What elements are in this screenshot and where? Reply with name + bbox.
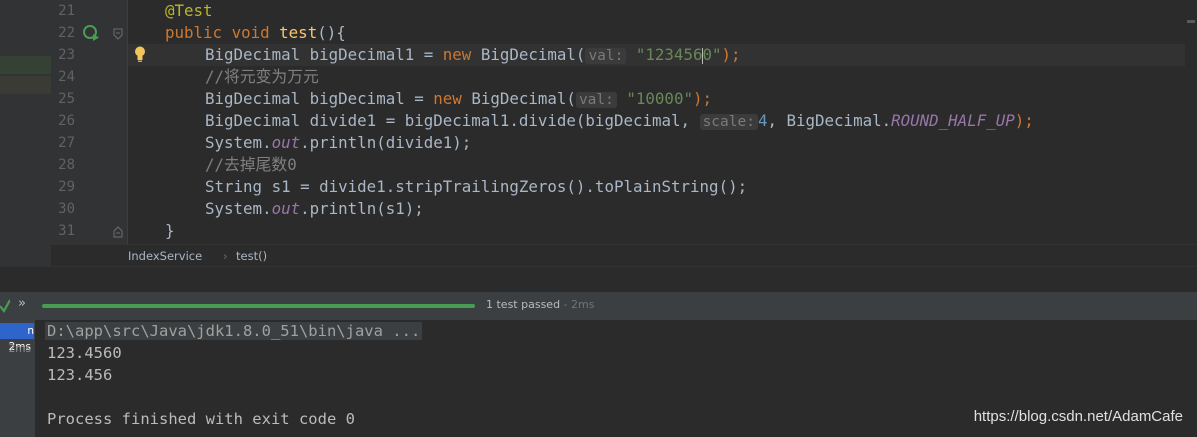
- code-text: (){: [317, 23, 346, 42]
- code-text: );: [692, 89, 712, 108]
- line-number: 28: [58, 157, 75, 173]
- watermark: https://blog.csdn.net/AdamCafe: [973, 408, 1183, 425]
- breadcrumb: IndexService › test(): [0, 244, 1197, 267]
- code-editor[interactable]: 21 22 23 24 25 26 27 28 29 30 31 @Test p…: [0, 0, 1197, 244]
- run-test-icon[interactable]: [82, 24, 100, 42]
- line-number: 21: [58, 3, 75, 19]
- panel-splitter[interactable]: [0, 266, 1197, 292]
- line-number: 22: [58, 25, 75, 41]
- breadcrumb-strip: [0, 245, 51, 267]
- test-status-label: 1 test passed: [486, 298, 561, 311]
- code-line-28[interactable]: //去掉尾数0: [205, 154, 297, 176]
- code-line-31[interactable]: }: [165, 220, 175, 242]
- method-name: test: [279, 23, 318, 42]
- more-actions-button[interactable]: »: [18, 296, 26, 311]
- line-number: 26: [58, 113, 75, 129]
- strip-highlight-green: [0, 56, 51, 74]
- param-hint: val:: [585, 48, 627, 64]
- line-number: 24: [58, 69, 75, 85]
- static-field: out: [271, 133, 301, 152]
- keyword: new: [442, 45, 472, 64]
- run-toolbar: » 1 test passed - 2ms: [0, 291, 1197, 320]
- test-tree[interactable]: n 2ms 2ms: [0, 320, 36, 437]
- line-number: 29: [58, 179, 75, 195]
- code-line-29[interactable]: String s1 = divide1.stripTrailingZeros()…: [205, 176, 747, 198]
- string-literal: 0": [702, 45, 722, 64]
- string-literal: "123456: [635, 45, 703, 64]
- code-line-21[interactable]: @Test: [165, 0, 213, 22]
- string-literal: "10000": [626, 89, 693, 108]
- test-status: 1 test passed - 2ms: [486, 298, 594, 311]
- test-duration: 2ms: [571, 298, 595, 311]
- bulb-icon[interactable]: [133, 45, 147, 63]
- code-text: String s1 = divide1.stripTrailingZeros()…: [205, 177, 748, 196]
- run-check-icon[interactable]: [0, 297, 10, 315]
- console-output-line: 123.4560: [47, 344, 122, 362]
- code-text: , BigDecimal.: [767, 111, 892, 130]
- code-text: BigDecimal divide1 = bigDecimal1.divide(…: [205, 111, 700, 130]
- code-line-27[interactable]: System.out.println(divide1);: [205, 132, 471, 154]
- test-progress-bar: [42, 304, 475, 308]
- code-text: BigDecimal(: [471, 45, 586, 64]
- code-text: BigDecimal(: [461, 89, 576, 108]
- comment: //将元变为万元: [205, 67, 319, 86]
- gutter-separator: [127, 0, 128, 244]
- static-field: ROUND_HALF_UP: [891, 111, 1015, 130]
- code-line-26[interactable]: BigDecimal divide1 = bigDecimal1.divide(…: [205, 110, 1034, 132]
- annotation: @Test: [165, 1, 213, 20]
- code-text: System.: [205, 199, 272, 218]
- test-tree-row-selected[interactable]: n 2ms: [0, 323, 34, 353]
- code-line-23[interactable]: BigDecimal bigDecimal1 = new BigDecimal(…: [205, 44, 741, 66]
- param-hint: val:: [575, 92, 617, 108]
- strip-highlight-brown: [0, 76, 51, 94]
- scroll-marker: [1187, 20, 1195, 23]
- line-number: 27: [58, 135, 75, 151]
- keyword: void: [231, 23, 270, 42]
- code-line-25[interactable]: BigDecimal bigDecimal = new BigDecimal(v…: [205, 88, 712, 110]
- breadcrumb-item-method[interactable]: test(): [236, 249, 267, 263]
- param-hint: scale:: [699, 114, 758, 130]
- keyword: public: [165, 23, 223, 42]
- console-command[interactable]: D:\app\src\Java\jdk1.8.0_51\bin\java ...: [45, 322, 423, 340]
- test-tree-duration[interactable]: 2ms: [9, 343, 31, 355]
- fold-icon[interactable]: [113, 226, 123, 238]
- code-text: );: [1014, 111, 1034, 130]
- breadcrumb-separator: ›: [223, 249, 228, 263]
- code-text: System.: [205, 133, 272, 152]
- code-text: }: [165, 221, 175, 240]
- code-text: BigDecimal bigDecimal =: [205, 89, 434, 108]
- code-text: .println(s1);: [300, 199, 424, 218]
- editor-scrollbar[interactable]: [1185, 0, 1197, 244]
- keyword: new: [433, 89, 462, 108]
- comment: //去掉尾数0: [205, 155, 297, 174]
- test-status-dash: -: [560, 298, 572, 311]
- code-text: BigDecimal bigDecimal1 =: [205, 45, 443, 64]
- line-number: 31: [58, 223, 75, 239]
- console-exit-line: Process finished with exit code 0: [47, 410, 355, 428]
- line-number: 30: [58, 201, 75, 217]
- breadcrumb-item-class[interactable]: IndexService: [128, 249, 202, 263]
- code-line-24[interactable]: //将元变为万元: [205, 66, 319, 88]
- code-text: .println(divide1);: [300, 133, 472, 152]
- console-output-line: 123.456: [47, 366, 113, 384]
- code-line-22[interactable]: public void test(){: [165, 22, 346, 44]
- line-number: 25: [58, 91, 75, 107]
- code-text: );: [721, 45, 741, 64]
- code-line-30[interactable]: System.out.println(s1);: [205, 198, 424, 220]
- line-number: 23: [58, 47, 75, 63]
- static-field: out: [271, 199, 301, 218]
- project-strip: [0, 0, 51, 244]
- console-command-line[interactable]: D:\app\src\Java\jdk1.8.0_51\bin\java ...: [45, 320, 423, 342]
- fold-icon[interactable]: [113, 28, 123, 40]
